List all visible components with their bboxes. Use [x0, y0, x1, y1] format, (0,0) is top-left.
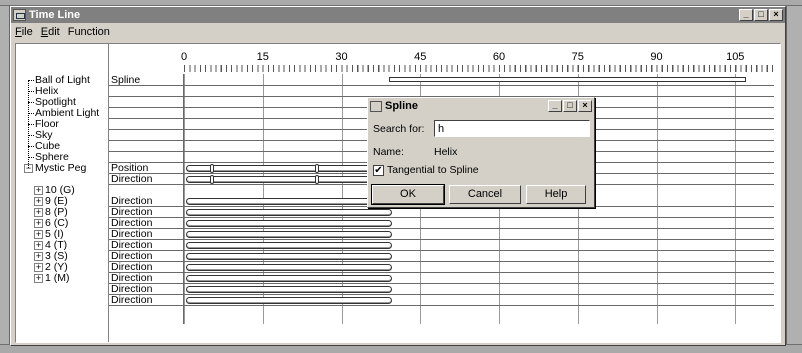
timeline-app-icon[interactable] — [13, 9, 26, 21]
track-row[interactable]: Direction — [109, 251, 774, 262]
keyframe-bar[interactable] — [186, 176, 392, 183]
expand-icon[interactable]: + — [34, 273, 43, 283]
tangential-checkbox-label[interactable]: Tangential to Spline — [387, 164, 479, 176]
track-row[interactable]: Direction — [109, 295, 774, 306]
keyframe-bar[interactable] — [186, 253, 392, 260]
background-left-toolbar — [0, 6, 10, 353]
expand-icon[interactable]: + — [34, 229, 43, 239]
ruler-label: 90 — [650, 51, 663, 63]
tree-item-label: Mystic Peg — [35, 162, 87, 174]
ruler-label: 0 — [180, 51, 188, 63]
dialog-close-button[interactable]: × — [578, 100, 592, 112]
tree-item[interactable]: +1 (M) — [34, 273, 70, 284]
maximize-button[interactable]: □ — [754, 9, 768, 21]
close-button[interactable]: × — [769, 9, 783, 21]
window-title: Time Line — [29, 9, 81, 21]
dialog-minimize-button[interactable]: _ — [548, 100, 562, 112]
ruler-label: 75 — [571, 51, 584, 63]
expand-icon[interactable]: + — [34, 185, 43, 195]
expand-icon[interactable]: + — [34, 207, 43, 217]
track-label: Direction — [111, 294, 153, 306]
dialog-title: Spline — [385, 100, 419, 112]
track-row[interactable]: Direction — [109, 207, 774, 218]
track-row[interactable]: Direction — [109, 240, 774, 251]
keyframe-bar[interactable] — [186, 264, 392, 271]
menu-bar: File Edit Function — [11, 23, 785, 40]
search-input[interactable] — [434, 120, 590, 137]
track-row[interactable] — [109, 86, 774, 97]
ruler-tick-marks — [184, 65, 774, 72]
menu-function[interactable]: Function — [68, 26, 110, 38]
keyframe-bar[interactable] — [186, 297, 392, 304]
keyframe-bar[interactable] — [186, 165, 392, 172]
timeline-window: Time Line _ □ × File Edit Function Ball … — [10, 6, 786, 346]
search-label: Search for: — [373, 123, 425, 135]
timeline-titlebar[interactable]: Time Line _ □ × — [11, 7, 785, 23]
ruler-label: 60 — [492, 51, 506, 63]
track-label: Direction — [111, 173, 153, 185]
menu-file[interactable]: File — [15, 26, 33, 38]
keyframe-bar[interactable] — [186, 275, 392, 282]
name-label: Name: — [373, 146, 404, 158]
expand-icon[interactable]: + — [34, 262, 43, 272]
ruler-label: 30 — [335, 51, 348, 63]
object-tree: Ball of Light Helix Spotlight Ambient Light… — [16, 44, 109, 342]
keyframe-handle[interactable] — [315, 175, 320, 184]
spline-dialog-titlebar[interactable]: Spline _ □ × — [368, 98, 594, 114]
keyframe-handle[interactable] — [210, 164, 215, 173]
spline-dialog: Spline _ □ × Search for: Name: Helix ✔ T… — [367, 97, 595, 208]
track-row[interactable]: Spline — [109, 75, 774, 86]
cancel-button[interactable]: Cancel — [449, 185, 521, 204]
keyframe-bar[interactable] — [186, 286, 392, 293]
expand-icon[interactable]: + — [34, 218, 43, 228]
expand-icon[interactable]: + — [34, 196, 43, 206]
expand-icon[interactable]: + — [34, 251, 43, 261]
tree-item-label: 1 (M) — [45, 272, 70, 284]
track-row[interactable]: Direction — [109, 273, 774, 284]
keyframe-bar[interactable] — [186, 242, 392, 249]
ruler-label: 45 — [414, 51, 427, 63]
dialog-maximize-button[interactable]: □ — [563, 100, 577, 112]
track-row[interactable]: Direction — [109, 262, 774, 273]
ruler-label: 105 — [726, 51, 745, 63]
time-ruler[interactable]: 0 15 30 45 60 75 90 105 — [109, 44, 780, 74]
track-row[interactable]: Direction — [109, 229, 774, 240]
tangential-checkbox[interactable]: ✔ — [373, 165, 384, 176]
dialog-app-icon — [370, 100, 382, 112]
ruler-label: 15 — [256, 51, 269, 63]
track-row[interactable]: Direction — [109, 218, 774, 229]
track-row[interactable]: Direction — [109, 284, 774, 295]
expand-icon[interactable]: + — [34, 240, 43, 250]
spline-track-bar[interactable] — [388, 77, 746, 82]
tree-guide-line — [28, 80, 29, 168]
keyframe-bar[interactable] — [186, 209, 392, 216]
keyframe-handle[interactable] — [210, 175, 215, 184]
keyframe-bar[interactable] — [186, 198, 392, 205]
help-button[interactable]: Help — [526, 185, 586, 204]
keyframe-bar[interactable] — [186, 220, 392, 227]
keyframe-bar[interactable] — [186, 231, 392, 238]
ok-button[interactable]: OK — [371, 184, 445, 205]
name-value: Helix — [434, 146, 458, 158]
minimize-button[interactable]: _ — [739, 9, 753, 21]
tree-item[interactable]: − Mystic Peg — [24, 163, 86, 174]
background-right-panel — [786, 6, 802, 353]
keyframe-handle[interactable] — [315, 164, 320, 173]
menu-edit[interactable]: Edit — [41, 26, 60, 38]
track-label: Spline — [111, 74, 141, 86]
